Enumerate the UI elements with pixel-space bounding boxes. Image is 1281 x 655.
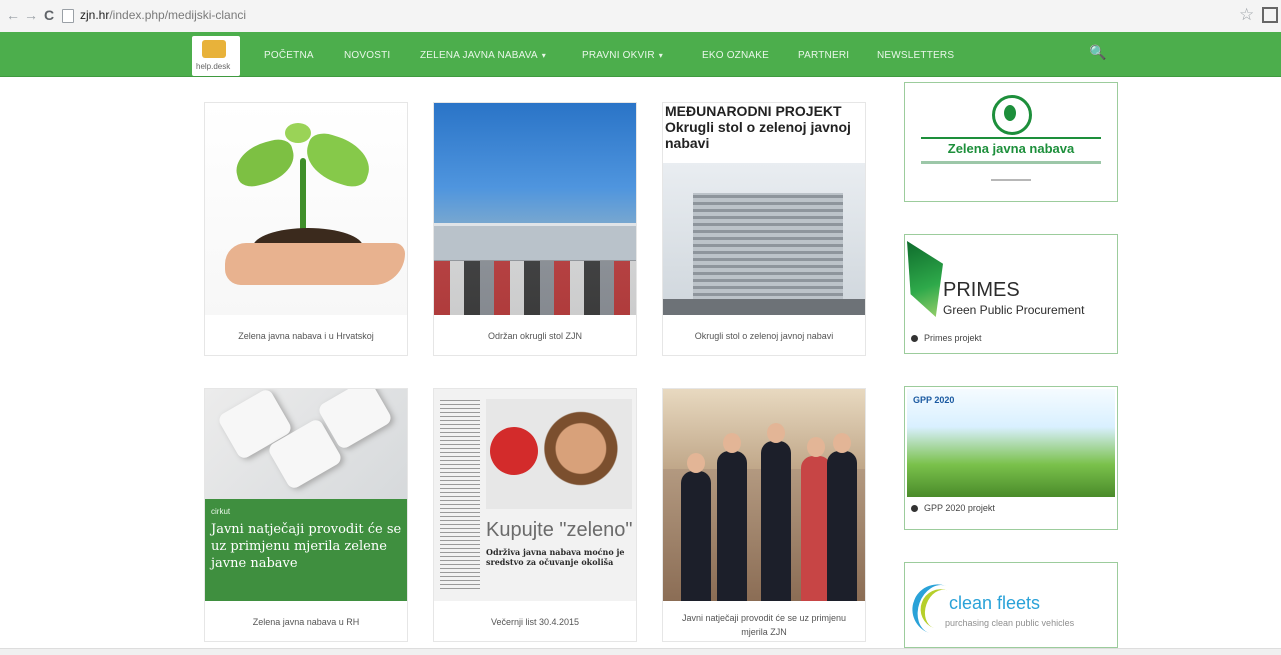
person-shape xyxy=(681,471,711,601)
chevron-down-icon: ▾ xyxy=(541,51,546,60)
nav-item-zelena-javna-nabava[interactable]: ZELENA JAVNA NABAVA ▾ xyxy=(420,50,546,61)
article-card[interactable]: Javni natječaji provodit će se uz primje… xyxy=(662,388,866,642)
primes-subtitle: Green Public Procurement xyxy=(943,303,1085,317)
article-caption[interactable]: Održan okrugli stol ZJN xyxy=(440,329,630,343)
article-card[interactable]: Kupujte "zeleno" Održiva javna nabava mo… xyxy=(433,388,637,642)
text-column-shape xyxy=(440,399,480,589)
clean-fleets-banner[interactable]: clean fleets purchasing clean public veh… xyxy=(904,562,1118,648)
building-shape xyxy=(434,223,636,260)
divider xyxy=(921,161,1101,164)
article-caption[interactable]: Zelena javna nabava u RH xyxy=(211,615,401,629)
gpp2020-project-link[interactable]: GPP 2020 projekt xyxy=(911,503,995,513)
head-shape xyxy=(833,433,851,453)
nav-item-eko-oznake[interactable]: EKO OZNAKE xyxy=(702,50,769,61)
site-logo[interactable]: help.desk xyxy=(192,36,240,76)
article-image[interactable] xyxy=(205,103,407,315)
article-card[interactable]: Održan okrugli stol ZJN xyxy=(433,102,637,356)
divider xyxy=(991,179,1031,181)
leaf-shape xyxy=(299,128,377,192)
article-image[interactable]: cirkut Javni natječaji provodit će se uz… xyxy=(205,389,407,601)
head-shape xyxy=(807,437,825,457)
nav-item-label: POČETNA xyxy=(264,50,314,61)
address-bar[interactable]: zjn.hr/index.php/medijski-clanci xyxy=(80,8,246,22)
link-label: Primes projekt xyxy=(924,333,982,343)
gpp2020-banner[interactable]: GPP 2020 GPP 2020 projekt xyxy=(904,386,1118,530)
leaf-shape xyxy=(230,135,300,191)
nav-item-newsletters[interactable]: NEWSLETTERS xyxy=(877,50,954,61)
nav-item-label: ZELENA JAVNA NABAVA xyxy=(420,50,538,61)
reload-icon[interactable]: C xyxy=(40,6,58,24)
gpp-badge: GPP 2020 xyxy=(913,395,955,405)
person-shape xyxy=(761,441,791,601)
clean-fleets-title: clean fleets xyxy=(949,593,1041,613)
image-title: MEĐUNARODNI PROJEKT Okrugli stol o zelen… xyxy=(665,103,851,151)
article-caption[interactable]: Javni natječaji provodit će se uz primje… xyxy=(669,611,859,639)
article-image[interactable]: MEĐUNARODNI PROJEKT Okrugli stol o zelen… xyxy=(663,103,865,315)
divider xyxy=(921,137,1101,139)
primes-logo-icon xyxy=(907,241,943,317)
article-image[interactable]: Kupujte "zeleno" Održiva javna nabava mo… xyxy=(434,389,636,601)
bullet-icon xyxy=(911,335,918,343)
gpp-illustration: GPP 2020 xyxy=(907,389,1115,497)
hand-shape xyxy=(225,243,405,285)
head-shape xyxy=(687,453,705,473)
parking-garage-shape xyxy=(693,193,843,303)
browser-toolbar: ← → C zjn.hr/index.php/medijski-clanci ☆ xyxy=(0,0,1281,33)
head-shape xyxy=(723,433,741,453)
page-icon xyxy=(62,9,74,23)
url-domain: zjn.hr xyxy=(80,8,110,22)
nav-item-label: PARTNERI xyxy=(798,50,850,61)
parked-cars-shape xyxy=(434,261,636,315)
primes-title: PRIMES xyxy=(943,279,1020,301)
logo-label: help.desk xyxy=(196,62,231,71)
article-image[interactable] xyxy=(434,103,636,315)
leaf-logo-icon xyxy=(992,95,1032,135)
article-caption[interactable]: Večernji list 30.4.2015 xyxy=(440,615,630,629)
chevron-down-icon: ▾ xyxy=(658,51,664,60)
nav-item-label: NEWSLETTERS xyxy=(877,50,955,61)
person-shape xyxy=(717,451,747,601)
zjn-logo-banner[interactable]: Zelena javna nabava xyxy=(904,82,1118,202)
article-card[interactable]: cirkut Javni natječaji provodit će se uz… xyxy=(204,388,408,642)
nav-item-label: PRAVNI OKVIR xyxy=(582,50,655,61)
person-shape xyxy=(827,451,857,601)
article-caption[interactable]: Okrugli stol o zelenoj javnoj nabavi xyxy=(669,329,859,343)
article-card[interactable]: MEĐUNARODNI PROJEKT Okrugli stol o zelen… xyxy=(662,102,866,356)
primes-banner[interactable]: PRIMES Green Public Procurement Primes p… xyxy=(904,234,1118,354)
article-card[interactable]: Zelena javna nabava i u Hrvatskoj xyxy=(204,102,408,356)
back-arrow-icon[interactable]: ← xyxy=(4,6,22,24)
leaf-shape xyxy=(285,123,311,143)
overlay-kicker: cirkut xyxy=(211,507,231,516)
article-image[interactable] xyxy=(663,389,865,601)
url-path: /index.php/medijski-clanci xyxy=(109,8,247,22)
primes-project-link[interactable]: Primes projekt xyxy=(911,333,982,343)
red-circle-shape xyxy=(490,427,538,475)
nav-item-label: NOVOSTI xyxy=(344,50,391,61)
search-icon[interactable]: 🔍 xyxy=(1086,44,1110,64)
paper-subheadline: Održiva javna nabava moćno je sredstvo z… xyxy=(486,547,625,567)
zjn-banner-title: Zelena javna nabava xyxy=(947,141,1075,156)
forward-arrow-icon[interactable]: → xyxy=(22,6,40,24)
nav-item-pocetna[interactable]: POČETNA xyxy=(264,50,314,61)
overlay-title: Javni natječaji provodit će se uz primje… xyxy=(211,522,402,571)
ground-shape xyxy=(663,299,865,315)
nav-item-partneri[interactable]: PARTNERI xyxy=(798,50,849,61)
shopping-cart-icon xyxy=(202,40,226,58)
paper-headline: Kupujte "zeleno" xyxy=(486,519,633,541)
head-shape xyxy=(767,423,785,443)
nav-item-pravni-okvir[interactable]: PRAVNI OKVIR ▾ xyxy=(582,50,663,61)
browser-menu-icon[interactable] xyxy=(1262,7,1278,23)
nav-item-novosti[interactable]: NOVOSTI xyxy=(344,50,390,61)
bookmark-star-icon[interactable]: ☆ xyxy=(1239,5,1254,25)
article-caption[interactable]: Zelena javna nabava i u Hrvatskoj xyxy=(211,329,401,343)
bullet-icon xyxy=(911,505,918,513)
link-label: GPP 2020 projekt xyxy=(924,503,995,513)
nav-item-label: EKO OZNAKE xyxy=(702,50,770,61)
clean-fleets-subtitle: purchasing clean public vehicles xyxy=(945,618,1075,628)
